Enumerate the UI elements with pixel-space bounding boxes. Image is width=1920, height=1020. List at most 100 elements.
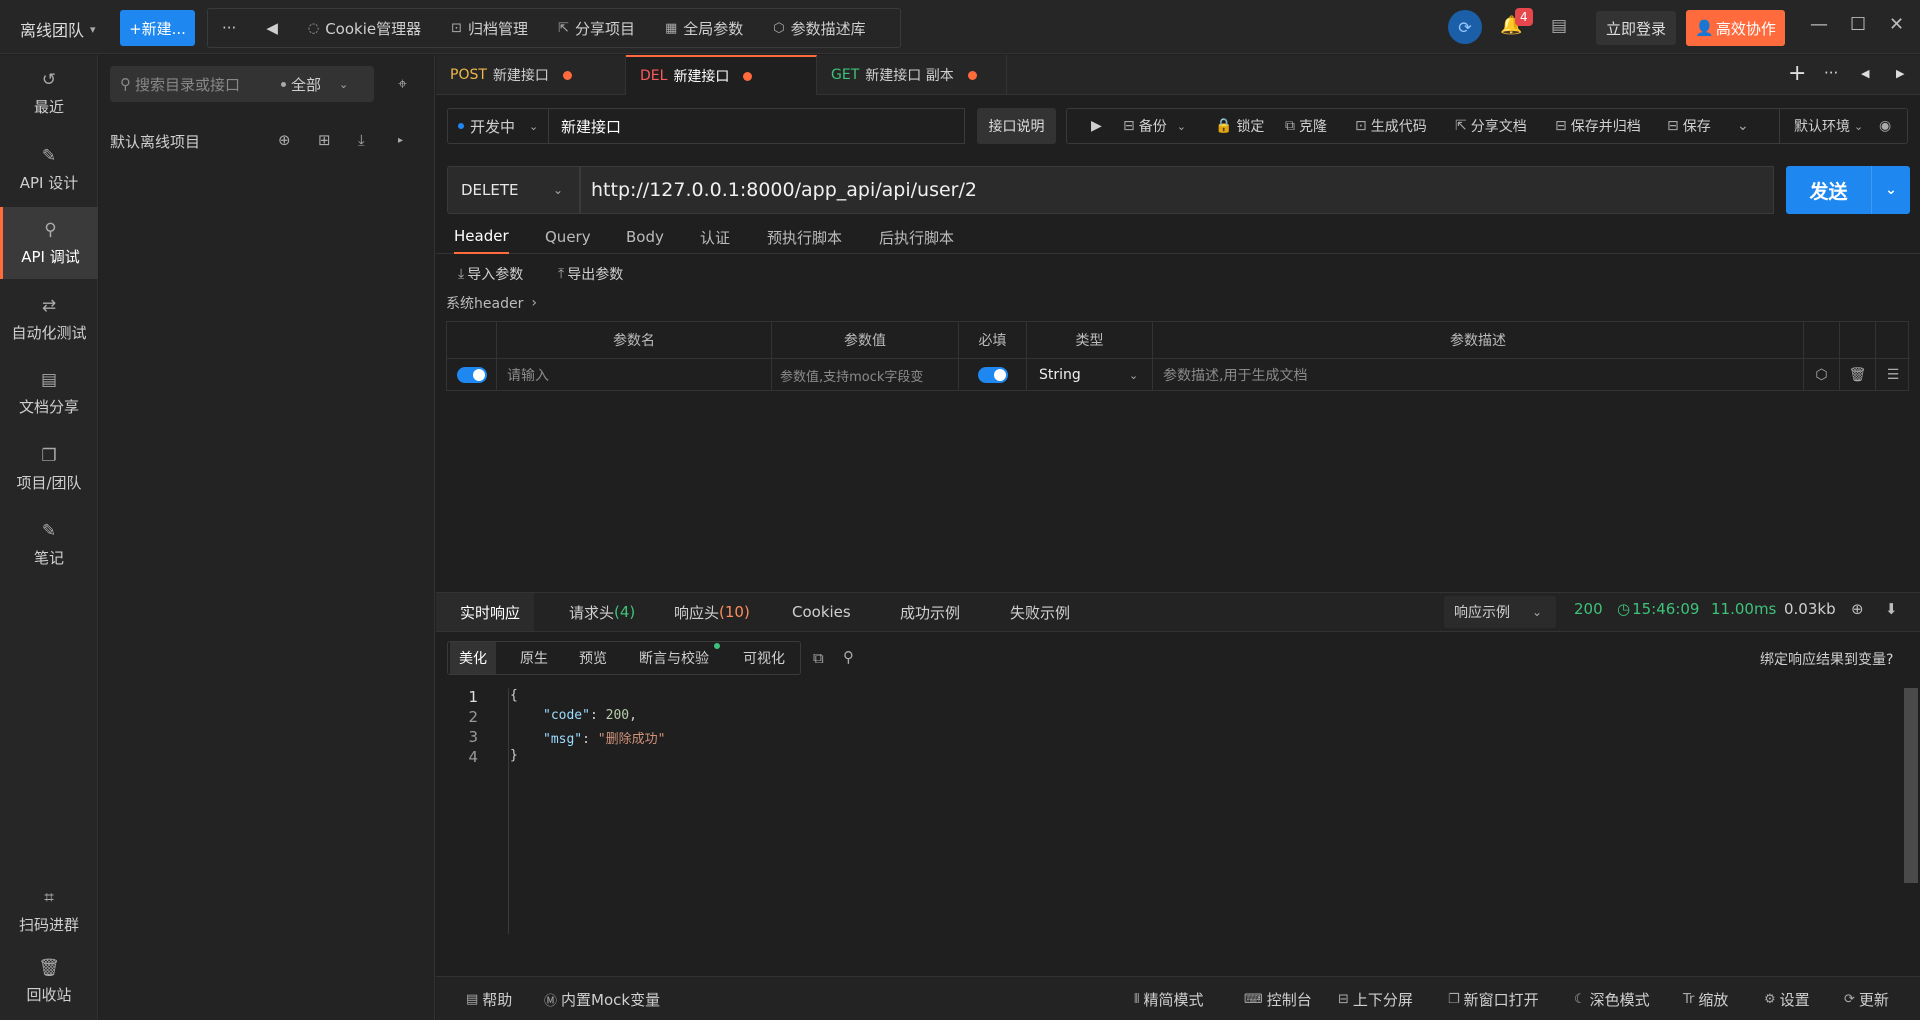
- tab-live-response[interactable]: 实时响应: [436, 593, 535, 631]
- tab-post[interactable]: POST 新建接口: [436, 55, 626, 95]
- env-select[interactable]: 默认环境 ⌄: [1779, 109, 1863, 143]
- update-button[interactable]: ⟳ 更新: [1844, 989, 1889, 1010]
- login-button[interactable]: 立即登录: [1596, 11, 1676, 45]
- dark-mode-button[interactable]: ☾ 深色模式: [1574, 989, 1650, 1010]
- rail-item-project-team[interactable]: ❐ 项目/团队: [0, 433, 98, 505]
- locate-icon[interactable]: ⌖: [398, 74, 407, 94]
- clone-button[interactable]: ⧉ 克隆: [1285, 109, 1327, 143]
- import-params-button[interactable]: ⤓ 导入参数: [458, 264, 523, 284]
- tab-auth[interactable]: 认证: [700, 220, 730, 254]
- tab-body[interactable]: Body: [626, 220, 664, 254]
- settings-button[interactable]: ⚙ 设置: [1764, 989, 1810, 1010]
- api-desc-button[interactable]: 接口说明: [977, 108, 1056, 144]
- tab-post-script[interactable]: 后执行脚本: [879, 220, 954, 254]
- search-box[interactable]: ⚲ 搜索目录或接口 全部 ⌄: [110, 66, 374, 102]
- rail-item-recycle[interactable]: 🗑 回收站: [0, 945, 98, 1017]
- method-select[interactable]: DELETE ⌄: [447, 166, 580, 214]
- tab-del[interactable]: DEL 新建接口: [626, 55, 817, 95]
- toggle[interactable]: [977, 367, 1008, 383]
- copy-icon[interactable]: ⧉: [813, 649, 824, 667]
- tab-cookies[interactable]: Cookies: [792, 593, 851, 631]
- globe-icon[interactable]: ⊕: [1851, 600, 1864, 618]
- split-button[interactable]: ⊟ 上下分屏: [1338, 989, 1413, 1010]
- more-icon[interactable]: ···: [222, 19, 236, 37]
- status-select[interactable]: 开发中 ⌄: [447, 108, 549, 144]
- tab-resp-headers[interactable]: 响应头 (10): [674, 593, 750, 631]
- tab-pre-script[interactable]: 预执行脚本: [767, 220, 842, 254]
- tab-prev-icon[interactable]: ◀: [1861, 67, 1869, 80]
- minimize-icon[interactable]: —: [1810, 14, 1828, 35]
- share-doc-button[interactable]: ⇱ 分享文档: [1455, 109, 1527, 143]
- rail-item-doc-share[interactable]: ▤ 文档分享: [0, 357, 98, 429]
- mock-vars-button[interactable]: Ⓜ 内置Mock变量: [544, 989, 660, 1010]
- rail-item-recent[interactable]: ↺ 最近: [0, 57, 98, 129]
- project-name[interactable]: 默认离线项目: [110, 131, 200, 152]
- tab-next-icon[interactable]: ▶: [1896, 67, 1904, 80]
- tab-get[interactable]: GET 新建接口 副本: [817, 55, 1007, 95]
- add-api-icon[interactable]: ⊕: [278, 131, 291, 149]
- zoom-button[interactable]: Tr 缩放: [1683, 989, 1728, 1010]
- param-desc-input[interactable]: 参数描述,用于生成文档: [1153, 359, 1804, 391]
- maximize-icon[interactable]: ☐: [1850, 14, 1866, 35]
- new-button[interactable]: +新建...: [120, 10, 195, 46]
- notes-icon[interactable]: ▤: [1551, 16, 1567, 36]
- collab-button[interactable]: 👤 高效协作: [1686, 10, 1785, 46]
- tab-query[interactable]: Query: [545, 220, 591, 254]
- expand-icon[interactable]: ▸: [398, 135, 403, 146]
- format-preview[interactable]: 预览: [579, 642, 607, 674]
- param-desc-lib-button[interactable]: ⬡ 参数描述库: [773, 18, 865, 39]
- gen-code-button[interactable]: ⊡ 生成代码: [1355, 109, 1427, 143]
- rail-item-api-debug[interactable]: ⚲ API 调试: [0, 207, 98, 279]
- rail-item-scan-group[interactable]: ⌗ 扫码进群: [0, 875, 98, 947]
- bind-variable-link[interactable]: 绑定响应结果到变量?: [1760, 649, 1893, 669]
- param-name-input[interactable]: 请输入: [497, 359, 772, 391]
- rail-item-api-design[interactable]: ✎ API 设计: [0, 133, 98, 205]
- save-archive-button[interactable]: ⊟ 保存并归档: [1555, 109, 1641, 143]
- format-beautify[interactable]: 美化: [450, 642, 496, 674]
- url-input[interactable]: http://127.0.0.1:8000/app_api/api/user/2: [580, 166, 1774, 214]
- required-toggle[interactable]: [959, 359, 1027, 391]
- tab-req-headers[interactable]: 请求头 (4): [569, 593, 635, 631]
- cookie-manager-button[interactable]: ◌ Cookie管理器: [308, 18, 421, 39]
- download-icon[interactable]: ⬇: [1885, 600, 1898, 618]
- tab-success-example[interactable]: 成功示例: [900, 593, 960, 631]
- add-folder-icon[interactable]: ⊞: [318, 131, 331, 149]
- filter-select[interactable]: 全部: [291, 74, 321, 95]
- trash-icon[interactable]: 🗑: [1840, 359, 1876, 391]
- backup-button[interactable]: ⊟ 备份 ⌄: [1123, 109, 1186, 143]
- save-more-icon[interactable]: ⌄: [1737, 109, 1749, 143]
- toggle[interactable]: [456, 367, 487, 383]
- drag-handle-icon[interactable]: ☰: [1876, 359, 1910, 391]
- type-select[interactable]: String ⌄: [1027, 359, 1153, 391]
- format-visualize[interactable]: 可视化: [743, 642, 785, 674]
- param-value-input[interactable]: 参数值,支持mock字段变: [772, 359, 959, 391]
- api-name-input[interactable]: 新建接口: [549, 108, 965, 144]
- archive-button[interactable]: ⊡ 归档管理: [451, 18, 528, 39]
- send-button[interactable]: 发送 ⌄: [1786, 166, 1910, 214]
- rail-item-notes[interactable]: ✎ 笔记: [0, 508, 98, 580]
- team-selector[interactable]: 离线团队 ▾: [20, 17, 96, 41]
- eye-icon[interactable]: ◉: [1879, 109, 1891, 143]
- collapse-left-icon[interactable]: ◀: [266, 19, 278, 37]
- console-button[interactable]: ⌨ 控制台: [1244, 989, 1312, 1010]
- format-assert[interactable]: 断言与校验: [639, 642, 709, 674]
- add-tab-icon[interactable]: +: [1788, 61, 1806, 86]
- table-row-enable-toggle[interactable]: [447, 359, 497, 391]
- new-window-button[interactable]: ❐ 新窗口打开: [1448, 989, 1539, 1010]
- share-project-button[interactable]: ⇱ 分享项目: [558, 18, 635, 39]
- tab-header[interactable]: Header: [454, 220, 509, 254]
- tab-fail-example[interactable]: 失败示例: [1010, 593, 1070, 631]
- compact-mode-button[interactable]: ⫴ 精简模式: [1134, 989, 1203, 1010]
- code-scrollbar[interactable]: [1904, 688, 1918, 883]
- chevron-down-icon[interactable]: ⌄: [1872, 182, 1910, 198]
- global-params-button[interactable]: ▦ 全局参数: [665, 18, 743, 39]
- lock-button[interactable]: 🔒 锁定: [1215, 109, 1264, 143]
- import-icon[interactable]: ⤓: [358, 131, 365, 149]
- save-button[interactable]: ⊟ 保存: [1667, 109, 1711, 143]
- search-icon[interactable]: ⚲: [843, 648, 854, 666]
- tab-more-icon[interactable]: ···: [1824, 64, 1838, 82]
- run-icon[interactable]: ▶: [1091, 109, 1102, 143]
- format-raw[interactable]: 原生: [520, 642, 548, 674]
- search-input[interactable]: 搜索目录或接口: [135, 74, 275, 95]
- help-button[interactable]: ▤ 帮助: [466, 989, 512, 1010]
